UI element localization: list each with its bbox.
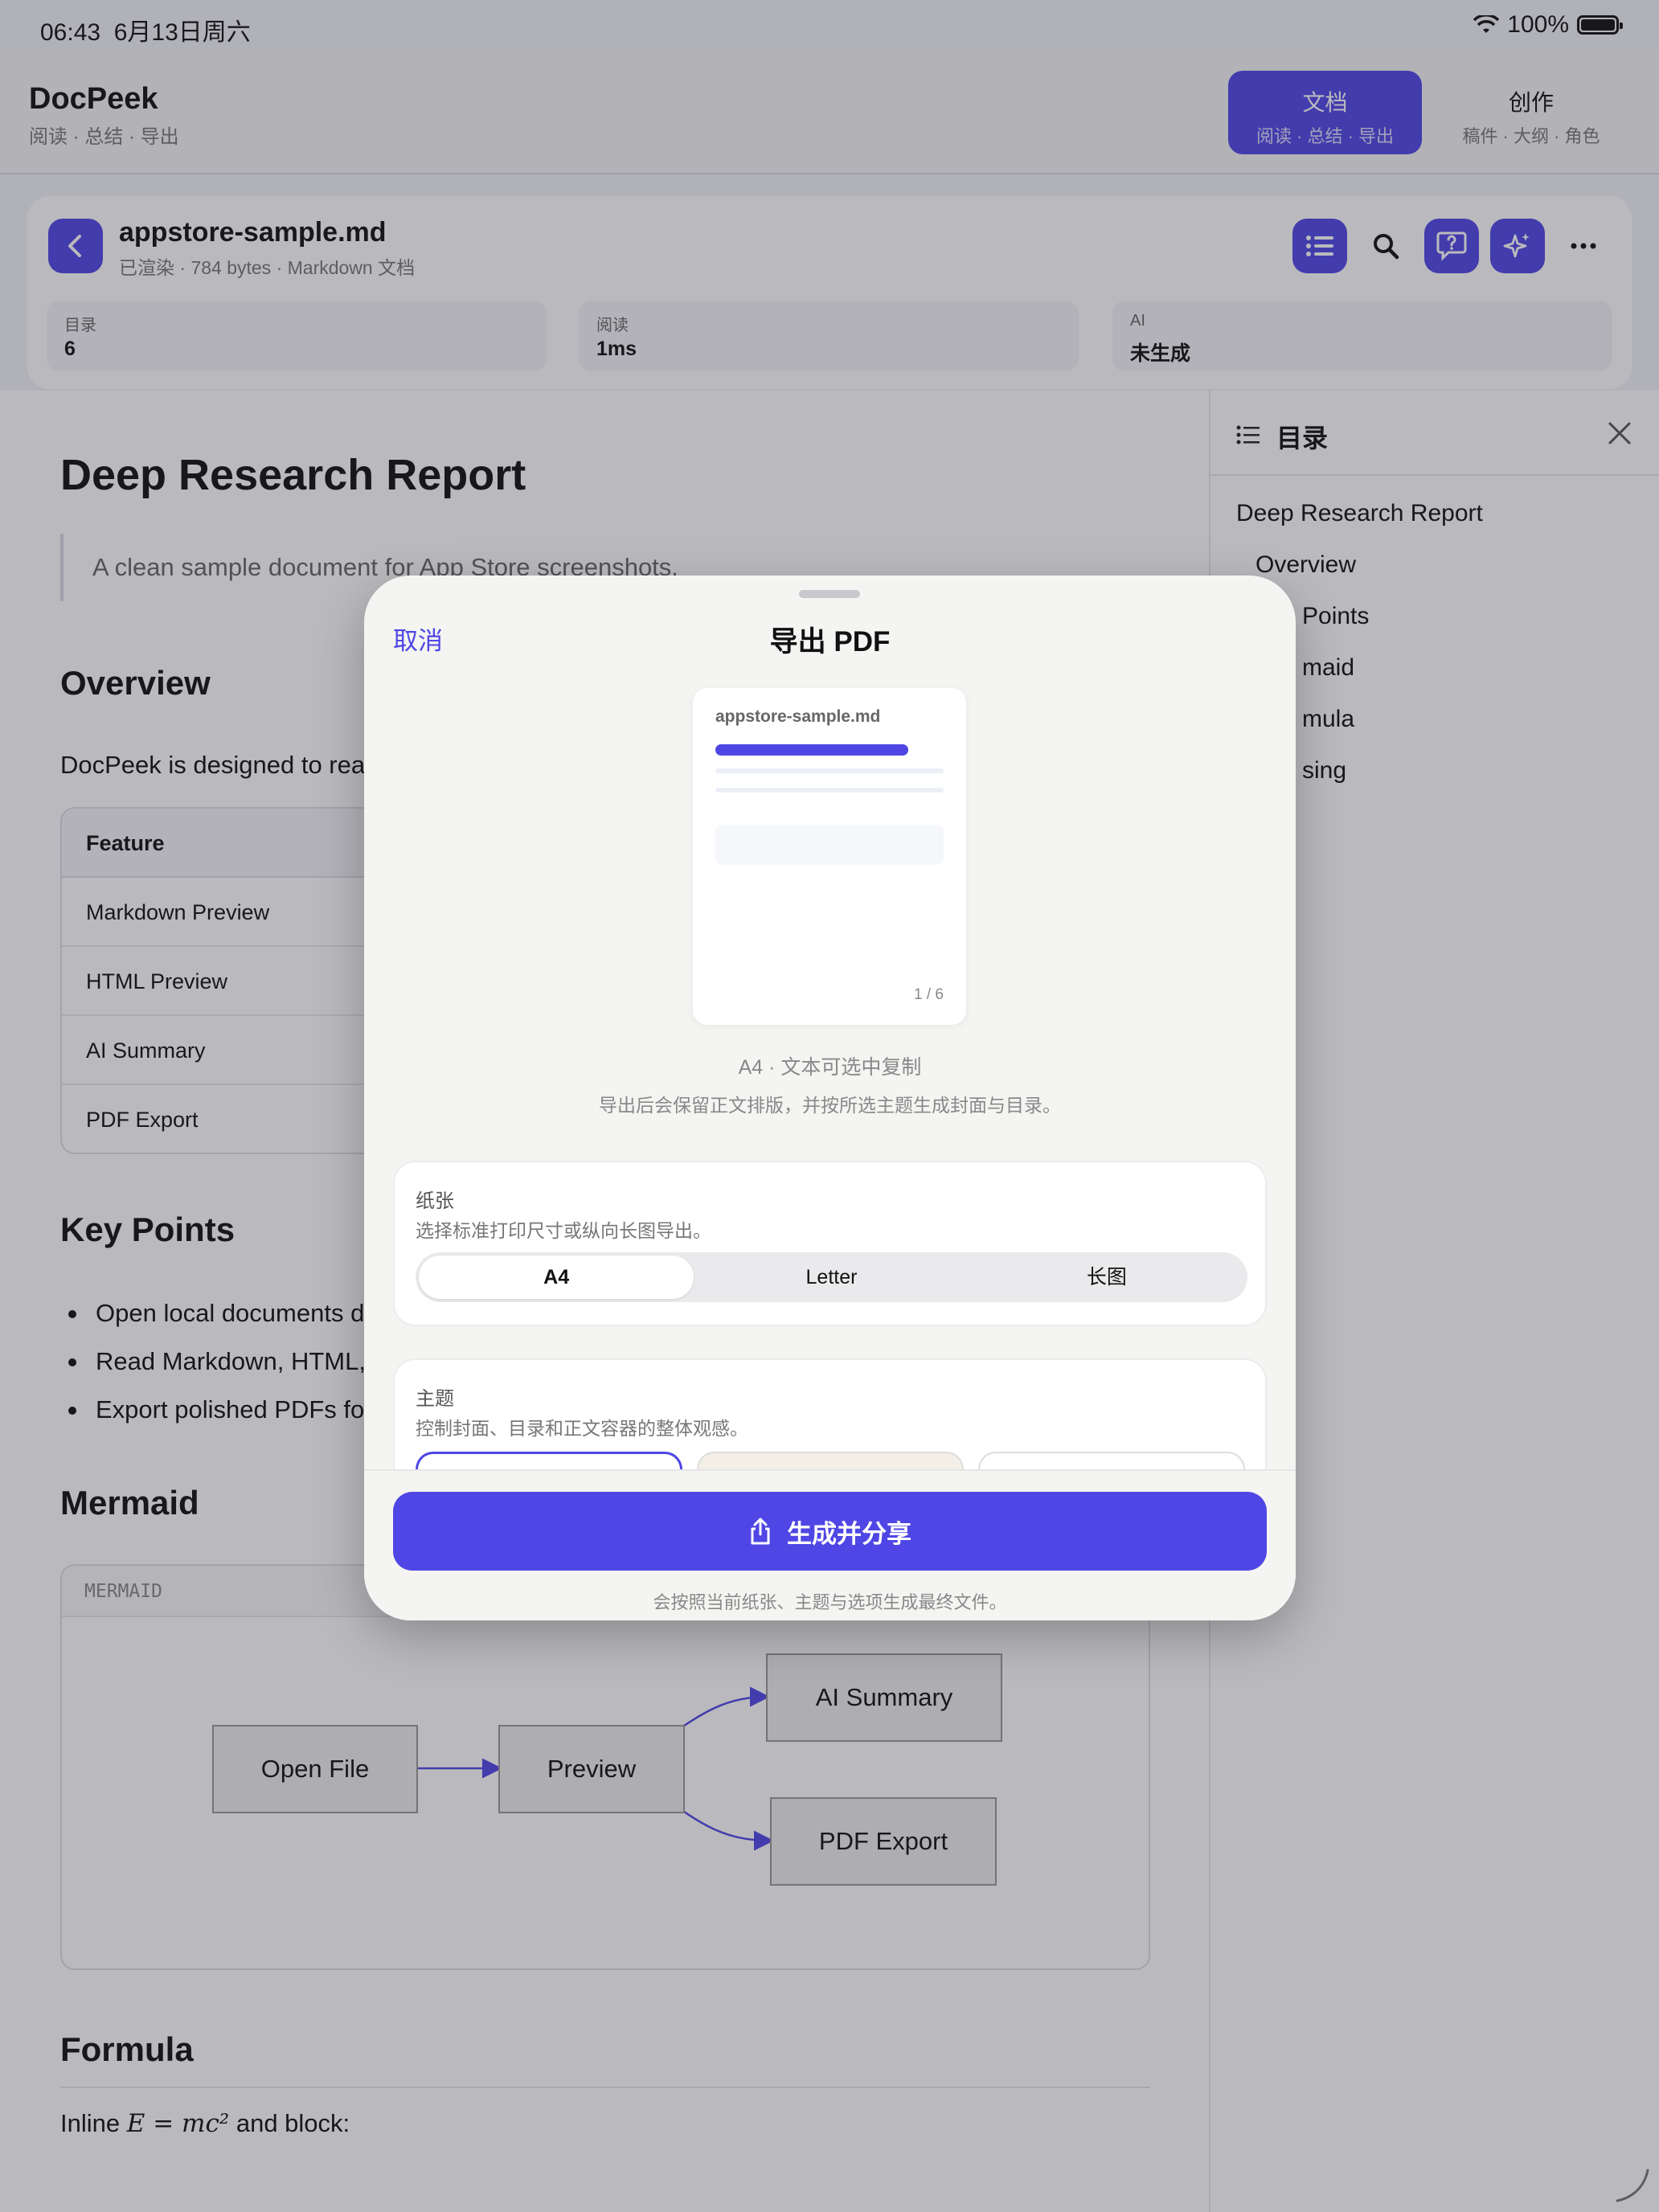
sheet-title: 导出 PDF — [769, 626, 891, 657]
preview-line — [715, 768, 944, 773]
preview-page-indicator: 1 / 6 — [914, 986, 944, 1003]
preview-title-bar — [715, 744, 908, 756]
generate-share-button[interactable]: 生成并分享 — [393, 1492, 1267, 1571]
export-info: A4 · 文本可选中复制 — [738, 1056, 922, 1079]
theme-description: 控制封面、目录和正文容器的整体观感。 — [416, 1418, 748, 1439]
theme-title: 主题 — [416, 1388, 454, 1410]
paper-option-letter[interactable]: Letter — [694, 1256, 969, 1299]
sheet-footer: 生成并分享 会按照当前纸张、主题与选项生成最终文件。 — [364, 1469, 1296, 1620]
footer-note: 会按照当前纸张、主题与选项生成最终文件。 — [653, 1592, 1007, 1612]
share-icon — [751, 1518, 770, 1545]
preview-line — [715, 788, 944, 793]
preview-block — [715, 825, 944, 865]
pdf-preview-thumbnail: appstore-sample.md 1 / 6 — [693, 688, 966, 1025]
paper-option-a4[interactable]: A4 — [419, 1256, 694, 1299]
paper-section: 纸张 选择标准打印尺寸或纵向长图导出。 A4 Letter 长图 — [393, 1161, 1267, 1326]
paper-size-picker: A4 Letter 长图 — [416, 1252, 1247, 1302]
sheet-grabber[interactable] — [799, 590, 860, 598]
paper-title: 纸张 — [416, 1190, 454, 1212]
export-info-detail: 导出后会保留正文排版，并按所选主题生成封面与目录。 — [599, 1095, 1061, 1116]
export-pdf-sheet: 取消 导出 PDF appstore-sample.md 1 / 6 A4 · … — [364, 576, 1296, 1620]
preview-filename: appstore-sample.md — [715, 707, 881, 726]
paper-description: 选择标准打印尺寸或纵向长图导出。 — [416, 1220, 711, 1241]
paper-option-long[interactable]: 长图 — [969, 1256, 1244, 1299]
